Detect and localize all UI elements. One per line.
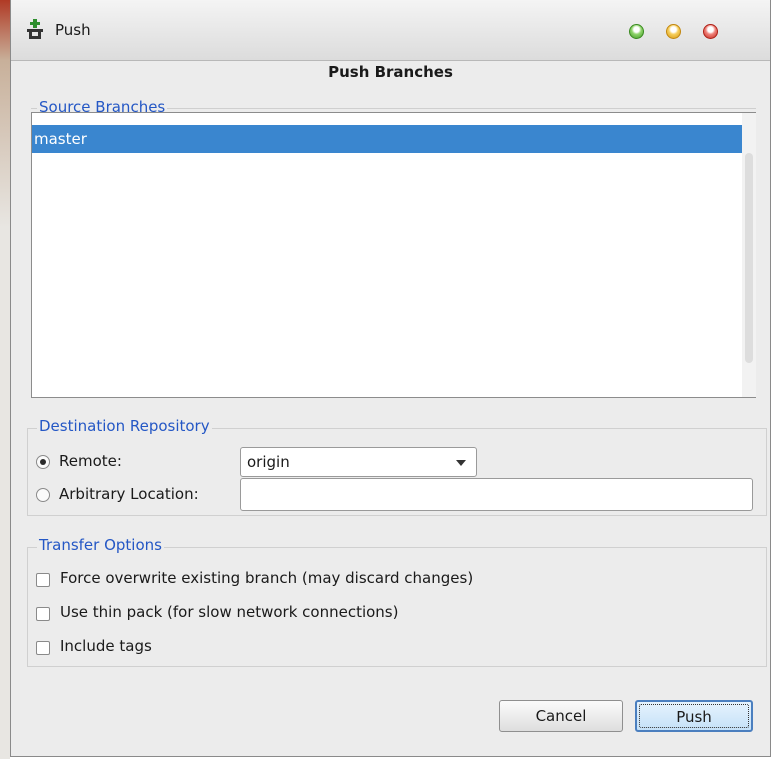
cancel-button[interactable]: Cancel <box>499 700 623 732</box>
branch-item-label: master <box>34 130 87 148</box>
destination-legend: Destination Repository <box>37 417 212 435</box>
force-overwrite-label[interactable]: Force overwrite existing branch (may dis… <box>60 569 473 587</box>
push-dialog: Push Push Branches Source Branches maste… <box>10 0 771 757</box>
include-tags-label[interactable]: Include tags <box>60 637 152 655</box>
remote-radio-dot <box>40 459 46 465</box>
include-tags-checkbox[interactable] <box>36 641 50 655</box>
minimize-button[interactable] <box>666 24 681 39</box>
arbitrary-location-input[interactable] <box>240 478 753 511</box>
push-button-focus-ring <box>639 704 749 728</box>
branch-item[interactable]: master <box>32 125 742 153</box>
close-button[interactable] <box>703 24 718 39</box>
remote-select[interactable]: origin <box>240 447 477 477</box>
thin-pack-label[interactable]: Use thin pack (for slow network connecti… <box>60 603 398 621</box>
title-bar[interactable]: Push <box>11 0 770 61</box>
arbitrary-location-label[interactable]: Arbitrary Location: <box>59 485 199 503</box>
branch-list-scroll-thumb[interactable] <box>745 153 753 363</box>
cancel-button-label: Cancel <box>535 707 587 725</box>
dialog-heading: Push Branches <box>328 63 453 81</box>
window-title: Push <box>55 21 91 39</box>
remote-radio[interactable] <box>36 455 50 469</box>
transfer-options-legend: Transfer Options <box>37 536 164 554</box>
chevron-down-icon <box>456 460 466 466</box>
source-branches-list[interactable]: master <box>31 112 756 398</box>
maximize-button[interactable] <box>629 24 644 39</box>
push-button[interactable]: Push <box>635 700 753 732</box>
thin-pack-checkbox[interactable] <box>36 607 50 621</box>
remote-select-value: origin <box>247 453 290 471</box>
git-push-icon <box>27 19 43 39</box>
force-overwrite-checkbox[interactable] <box>36 573 50 587</box>
background-window-edge <box>0 0 10 759</box>
remote-label[interactable]: Remote: <box>59 452 122 470</box>
arbitrary-location-radio[interactable] <box>36 488 50 502</box>
branch-list-scrollbar[interactable] <box>742 113 756 397</box>
